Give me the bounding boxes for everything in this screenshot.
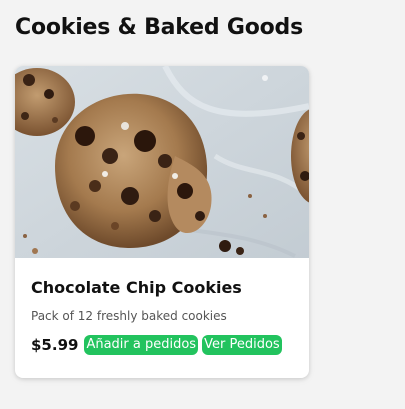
product-description: Pack of 12 freshly baked cookies — [31, 309, 227, 323]
add-to-orders-button[interactable]: Añadir a pedidos — [84, 335, 199, 355]
product-price: $5.99 — [31, 336, 79, 354]
view-orders-button[interactable]: Ver Pedidos — [202, 335, 282, 355]
product-actions: $5.99 Añadir a pedidos Ver Pedidos — [31, 335, 299, 355]
product-card-body: Chocolate Chip Cookies Pack of 12 freshl… — [31, 278, 299, 355]
product-image — [15, 66, 309, 258]
product-name: Chocolate Chip Cookies — [31, 278, 242, 297]
product-card: Chocolate Chip Cookies Pack of 12 freshl… — [15, 66, 309, 378]
page-title: Cookies & Baked Goods — [15, 15, 303, 40]
